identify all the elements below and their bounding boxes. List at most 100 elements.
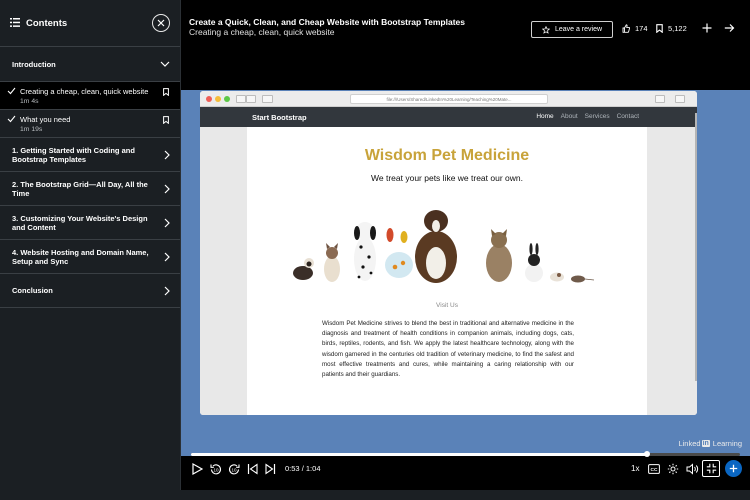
- site-navbar: Start Bootstrap Home About Services Cont…: [200, 107, 697, 127]
- watermark-learning: Learning: [712, 439, 742, 448]
- playback-speed-button[interactable]: 1x: [631, 464, 639, 473]
- chevron-right-icon: [164, 286, 170, 295]
- plus-icon: [729, 464, 738, 473]
- site-paragraph: Wisdom Pet Medicine strives to blend the…: [322, 320, 574, 379]
- video-player[interactable]: file:///Users/Shared/LinkedIn%20Learning…: [181, 47, 750, 490]
- section-label: 2. The Bootstrap Grid—All Day, All the T…: [12, 179, 148, 198]
- browser-window: file:///Users/Shared/LinkedIn%20Learning…: [200, 91, 697, 415]
- play-icon[interactable]: [192, 463, 203, 475]
- watermark-in-logo: in: [701, 440, 710, 447]
- site-heading: Wisdom Pet Medicine: [364, 147, 530, 164]
- current-time: 0:53: [285, 464, 300, 473]
- forward-icon: [246, 95, 256, 103]
- total-duration: 1:04: [305, 464, 321, 473]
- lesson-item-what-you-need[interactable]: What you need 1m 19s: [0, 110, 180, 138]
- nav-services: Services: [584, 113, 610, 120]
- rewind-10-icon[interactable]: 10: [210, 463, 222, 475]
- address-bar: file:///Users/Shared/LinkedIn%20Learning…: [350, 94, 548, 104]
- seek-bar-fill: [191, 453, 647, 456]
- list-icon: [10, 14, 20, 32]
- linkedin-learning-watermark: Linked in Learning: [678, 439, 742, 448]
- svg-text:CC: CC: [651, 467, 658, 473]
- settings-gear-icon[interactable]: [667, 463, 679, 475]
- site-brand: Start Bootstrap: [252, 113, 307, 122]
- watermark-linked: Linked: [678, 439, 701, 448]
- tabs-icon: [675, 95, 685, 103]
- sidebar-title: Contents: [26, 17, 68, 29]
- seek-handle[interactable]: [643, 451, 650, 457]
- pets-group-image: [293, 210, 595, 283]
- next-icon[interactable]: [265, 463, 276, 475]
- add-to-collection-button[interactable]: [725, 460, 742, 477]
- bookmark-icon: [656, 24, 663, 33]
- chevron-right-icon: [164, 218, 170, 227]
- section-label: 1. Getting Started with Coding and Boots…: [12, 145, 135, 164]
- share-arrow-icon[interactable]: [724, 23, 735, 33]
- section-label: 4. Website Hosting and Domain Name, Setu…: [12, 247, 149, 266]
- chevron-down-icon: [160, 61, 170, 67]
- contents-sidebar: Contents Introduction Creating a cheap, …: [0, 0, 181, 500]
- site-background: Wisdom Pet Medicine We treat your pets l…: [200, 127, 697, 415]
- browser-scrollbar: [695, 113, 697, 381]
- seek-bar[interactable]: [191, 451, 740, 457]
- bookmark-icon[interactable]: [163, 116, 169, 124]
- section-conclusion[interactable]: Conclusion: [0, 274, 180, 308]
- section-label: 3. Customizing Your Website's Design and…: [12, 213, 148, 232]
- svg-text:10: 10: [213, 467, 219, 472]
- section-customizing[interactable]: 3. Customizing Your Website's Design and…: [0, 206, 180, 240]
- forward-10-icon[interactable]: 10: [228, 463, 240, 475]
- svg-text:10: 10: [231, 467, 237, 472]
- url-text: file:///Users/Shared/LinkedIn%20Learning…: [386, 96, 512, 102]
- check-icon: [7, 87, 16, 95]
- nav-home: Home: [536, 113, 554, 120]
- nav-contact: Contact: [616, 113, 639, 120]
- add-icon[interactable]: [702, 23, 712, 33]
- save-button[interactable]: 5,122: [656, 24, 687, 33]
- section-getting-started[interactable]: 1. Getting Started with Coding and Boots…: [0, 138, 180, 172]
- chevron-right-icon: [164, 150, 170, 159]
- section-label: Conclusion: [12, 286, 53, 295]
- previous-icon[interactable]: [247, 463, 258, 475]
- chevron-right-icon: [164, 184, 170, 193]
- volume-icon[interactable]: [686, 463, 699, 475]
- visit-us-label: Visit Us: [436, 302, 458, 309]
- site-tagline: We treat your pets like we treat our own…: [371, 173, 523, 183]
- video-frame[interactable]: file:///Users/Shared/LinkedIn%20Learning…: [181, 90, 750, 456]
- thumbs-up-icon: [622, 24, 630, 33]
- like-count: 174: [635, 24, 648, 33]
- section-bootstrap-grid[interactable]: 2. The Bootstrap Grid—All Day, All the T…: [0, 172, 180, 206]
- closed-captions-icon[interactable]: CC: [648, 464, 660, 474]
- lesson-duration: 1m 19s: [20, 126, 43, 133]
- nav-about: About: [560, 113, 578, 120]
- maximize-dot-icon: [224, 96, 230, 102]
- share-icon: [655, 95, 665, 103]
- time-display: 0:53 / 1:04: [285, 464, 321, 473]
- bottom-strip: [0, 490, 750, 500]
- lesson-duration: 1m 4s: [20, 98, 39, 105]
- site-page: Wisdom Pet Medicine We treat your pets l…: [247, 127, 647, 415]
- close-icon: [157, 19, 165, 27]
- leave-review-button[interactable]: Leave a review: [531, 21, 613, 38]
- exit-fullscreen-icon: [706, 463, 716, 474]
- course-header: Create a Quick, Clean, and Cheap Website…: [181, 0, 750, 47]
- section-introduction[interactable]: Introduction: [0, 47, 180, 82]
- like-button[interactable]: 174: [622, 24, 648, 33]
- exit-fullscreen-button[interactable]: [702, 460, 720, 477]
- save-count: 5,122: [668, 24, 687, 33]
- lesson-item-creating[interactable]: Creating a cheap, clean, quick website 1…: [0, 82, 180, 110]
- section-hosting[interactable]: 4. Website Hosting and Domain Name, Setu…: [0, 240, 180, 274]
- minimize-dot-icon: [215, 96, 221, 102]
- site-nav-links: Home About Services Contact: [536, 113, 639, 120]
- sidebar-toggle-icon: [262, 95, 273, 103]
- browser-toolbar: file:///Users/Shared/LinkedIn%20Learning…: [200, 91, 697, 107]
- close-sidebar-button[interactable]: [152, 14, 170, 32]
- chevron-right-icon: [164, 252, 170, 261]
- section-label: Introduction: [12, 59, 56, 69]
- bookmark-icon[interactable]: [163, 88, 169, 96]
- check-icon: [7, 115, 16, 123]
- star-icon: [541, 25, 550, 34]
- lesson-title: What you need: [20, 115, 71, 124]
- close-dot-icon: [206, 96, 212, 102]
- back-icon: [236, 95, 246, 103]
- lesson-title: Creating a cheap, clean, quick website: [20, 87, 149, 96]
